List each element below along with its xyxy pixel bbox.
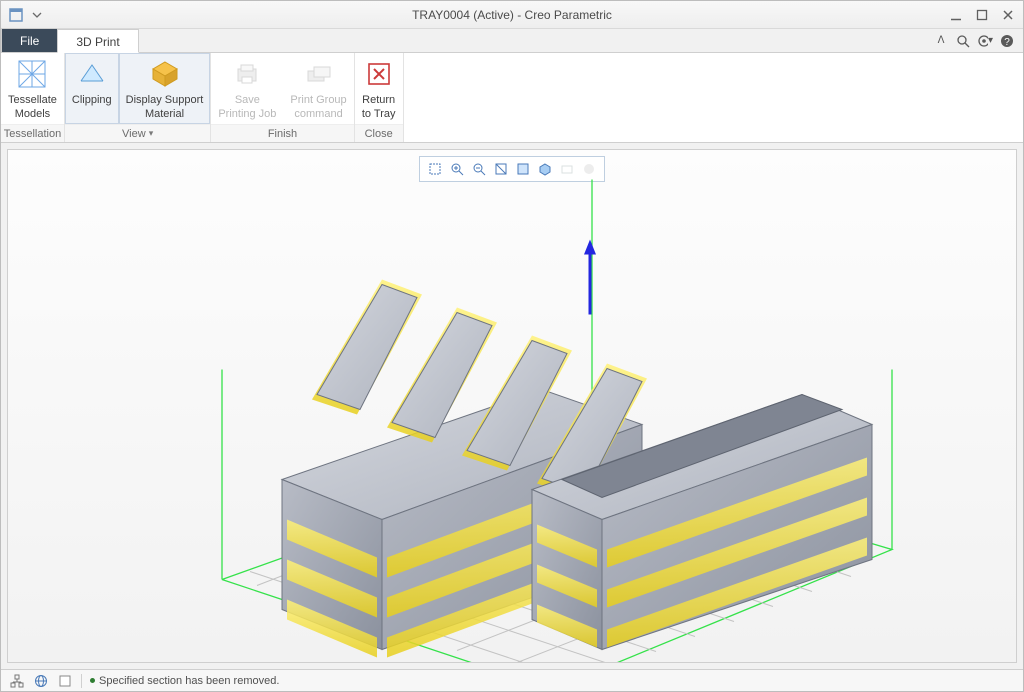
print-group-icon: [303, 58, 335, 90]
model-scene: [82, 169, 942, 663]
status-globe-icon[interactable]: [33, 673, 49, 689]
minimize-icon[interactable]: [949, 8, 963, 22]
ribbon-label: Print Group: [290, 94, 346, 106]
close-icon[interactable]: [1001, 8, 1015, 22]
ribbon-label: command: [294, 108, 342, 120]
ribbon-group-label: Finish: [211, 124, 353, 142]
ribbon-label: Display Support: [126, 94, 204, 106]
tessellate-icon: [16, 58, 48, 90]
ribbon-label: Printing Job: [218, 108, 276, 120]
return-to-tray-button[interactable]: Return to Tray: [355, 53, 403, 124]
maximize-icon[interactable]: [975, 8, 989, 22]
status-dot-icon: [90, 678, 95, 683]
ribbon: Tessellate Models Tessellation Clipping: [1, 53, 1023, 143]
quick-access-toolbar: [1, 1, 46, 28]
graphics-viewport[interactable]: [7, 149, 1017, 663]
ribbon-group-close: Return to Tray Close: [355, 53, 404, 142]
close-x-icon: [363, 58, 395, 90]
tab-3d-print[interactable]: 3D Print: [57, 29, 138, 53]
ribbon-group-finish: Save Printing Job Print Group command Fi…: [211, 53, 354, 142]
save-printing-job-button: Save Printing Job: [211, 53, 283, 124]
ribbon-group-view: Clipping Display Support Material V: [65, 53, 211, 142]
clipping-icon: [76, 58, 108, 90]
search-icon[interactable]: [955, 33, 971, 49]
app-window: TRAY0004 (Active) - Creo Parametric File…: [0, 0, 1024, 692]
ribbon-label: Clipping: [72, 94, 112, 106]
window-controls: [949, 8, 1023, 22]
status-bar: Specified section has been removed.: [1, 669, 1023, 691]
ribbon-label: Save: [235, 94, 260, 106]
status-checkbox-icon[interactable]: [57, 673, 73, 689]
display-support-material-button[interactable]: Display Support Material: [119, 53, 211, 124]
ribbon-label: to Tray: [362, 108, 396, 120]
ribbon-group-label: Close: [355, 124, 403, 142]
help-icon[interactable]: ?: [999, 33, 1015, 49]
clipping-button[interactable]: Clipping: [65, 53, 119, 124]
ribbon-label: Models: [15, 108, 50, 120]
ribbon-group-label: Tessellation: [1, 124, 64, 142]
separator: [81, 674, 82, 688]
tessellate-models-button[interactable]: Tessellate Models: [1, 53, 64, 124]
title-bar: TRAY0004 (Active) - Creo Parametric: [1, 1, 1023, 29]
settings-icon[interactable]: ▾: [977, 33, 993, 49]
save-print-icon: [231, 58, 263, 90]
ribbon-group-label[interactable]: View: [65, 124, 210, 142]
ribbon-label: Material: [145, 108, 184, 120]
svg-text:?: ?: [1004, 37, 1010, 48]
qat-icon[interactable]: [7, 6, 25, 24]
ribbon-tab-row: File 3D Print ᐱ ▾ ?: [1, 29, 1023, 53]
qat-dropdown-icon[interactable]: [28, 6, 46, 24]
tab-file[interactable]: File: [1, 28, 57, 52]
status-tree-icon[interactable]: [9, 673, 25, 689]
support-material-icon: [149, 58, 181, 90]
ribbon-label: Return: [362, 94, 395, 106]
ribbon-collapse-icon[interactable]: ᐱ: [933, 33, 949, 49]
status-message: Specified section has been removed.: [90, 675, 279, 687]
window-title: TRAY0004 (Active) - Creo Parametric: [1, 8, 1023, 22]
ribbon-group-tessellation: Tessellate Models Tessellation: [1, 53, 65, 142]
ribbon-label: Tessellate: [8, 94, 57, 106]
print-group-command-button: Print Group command: [283, 53, 353, 124]
chevron-down-icon: ▾: [988, 35, 993, 46]
